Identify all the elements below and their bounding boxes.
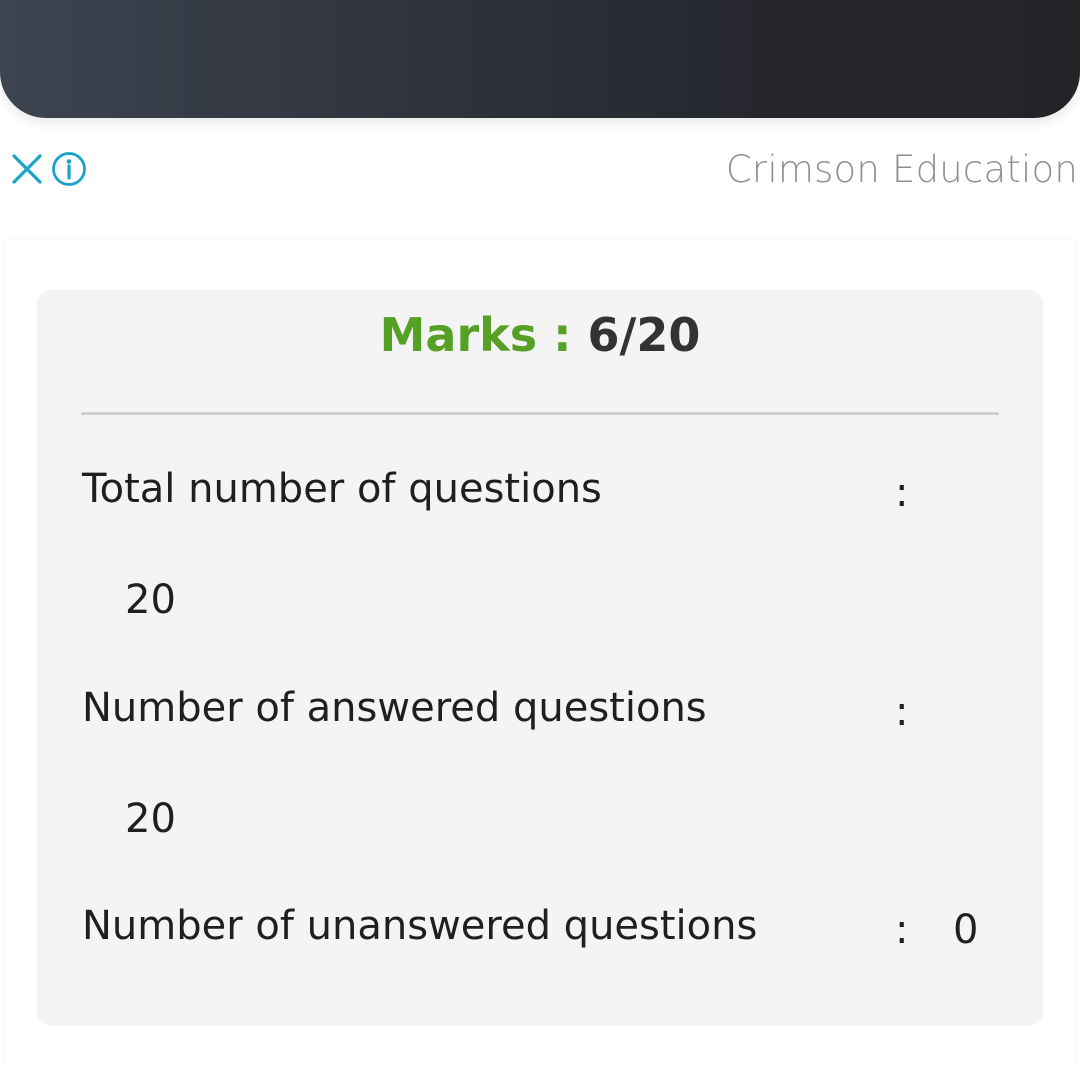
- total-questions-value: 20: [125, 577, 176, 623]
- info-icon[interactable]: [51, 151, 87, 187]
- marks-value: 6/20: [587, 308, 701, 362]
- ad-bar: Crimson Education: [0, 130, 1080, 210]
- marks-heading: Marks : 6/20: [0, 308, 1080, 362]
- unanswered-questions-value: 0: [953, 907, 979, 953]
- unanswered-questions-label: Number of unanswered questions: [82, 903, 758, 949]
- unanswered-questions-separator: :: [895, 907, 909, 953]
- answered-questions-separator: :: [895, 689, 909, 735]
- answered-questions-value: 20: [125, 796, 176, 842]
- total-questions-separator: :: [895, 470, 909, 516]
- marks-label: Marks :: [379, 308, 572, 362]
- close-icon[interactable]: [10, 152, 44, 186]
- divider: [81, 412, 999, 415]
- answered-questions-label: Number of answered questions: [82, 685, 707, 731]
- total-questions-label: Total number of questions: [82, 466, 602, 512]
- ad-advertiser-name[interactable]: Crimson Education: [726, 148, 1078, 191]
- top-banner: [0, 0, 1080, 118]
